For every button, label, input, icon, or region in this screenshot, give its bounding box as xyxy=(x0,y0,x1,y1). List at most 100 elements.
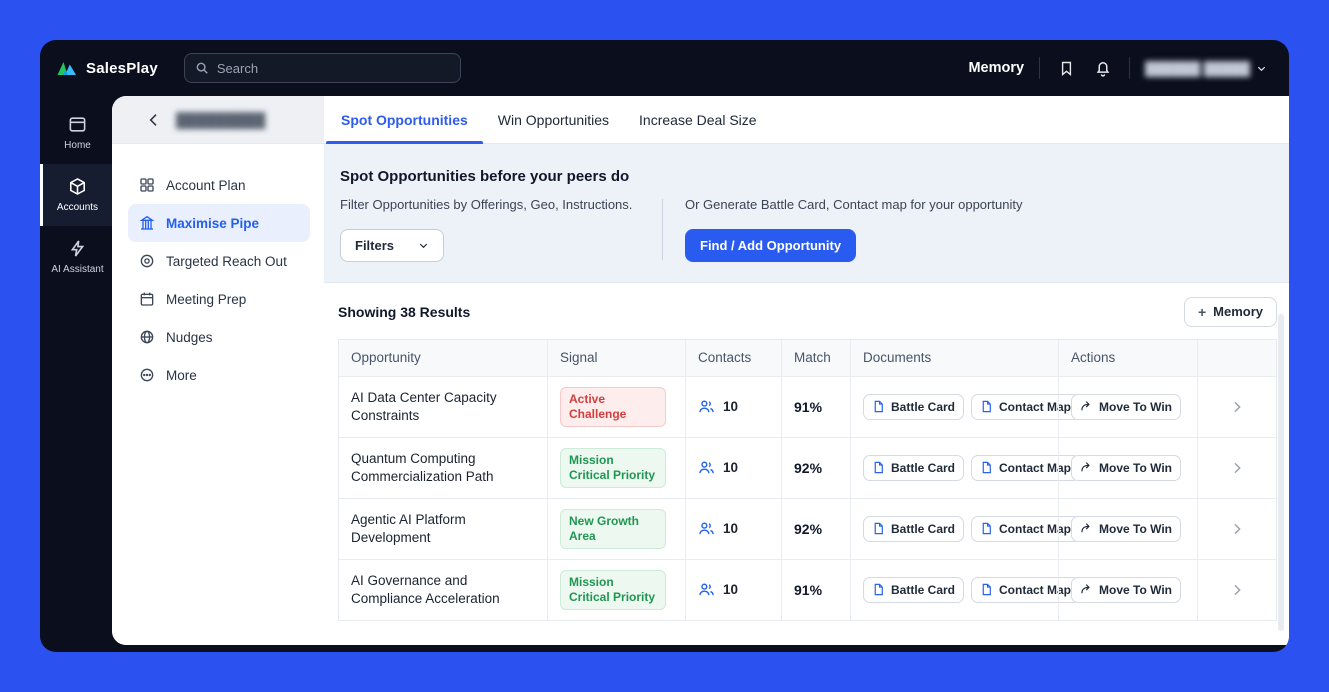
filters-button[interactable]: Filters xyxy=(340,228,445,262)
row-expand-chevron[interactable] xyxy=(1197,376,1276,437)
document-icon xyxy=(872,583,885,596)
more-circle-icon xyxy=(139,367,155,383)
sidebar-item-ai-assistant[interactable]: AI Assistant xyxy=(40,226,112,288)
signal-badge: Active Challenge xyxy=(560,386,666,427)
row-expand-chevron[interactable] xyxy=(1197,498,1276,559)
brand-name: SalesPlay xyxy=(86,59,158,77)
back-chevron-icon[interactable] xyxy=(146,111,164,129)
battle-card-label: Battle Card xyxy=(891,399,956,414)
sidebar-item-label: Home xyxy=(64,140,91,151)
search-input[interactable] xyxy=(216,60,450,76)
memory-link[interactable]: Memory xyxy=(968,60,1024,76)
vertical-scrollbar[interactable] xyxy=(1278,314,1284,631)
move-to-win-button[interactable]: Move To Win xyxy=(1071,454,1181,481)
signal-badge: New Growth Area xyxy=(560,508,666,549)
subnav-item-meeting-prep[interactable]: Meeting Prep xyxy=(128,280,310,318)
main-panel: █████████ Spot Opportunities Win Opportu… xyxy=(112,96,1289,645)
subnav: Account Plan Maximise Pipe Targeted Reac… xyxy=(112,144,324,645)
match-percent: 92% xyxy=(794,520,823,537)
tab-label: Increase Deal Size xyxy=(639,111,757,128)
battle-card-button[interactable]: Battle Card xyxy=(863,515,965,542)
calendar-icon xyxy=(139,291,155,307)
accounts-cube-icon xyxy=(68,177,87,196)
move-to-win-button[interactable]: Move To Win xyxy=(1071,393,1181,420)
move-arrow-icon xyxy=(1080,400,1093,413)
subnav-item-account-plan[interactable]: Account Plan xyxy=(128,166,310,204)
contacts-value: 10 xyxy=(723,460,739,476)
move-arrow-icon xyxy=(1080,461,1093,474)
document-icon xyxy=(980,583,993,596)
column-header-actions: Actions xyxy=(1058,339,1197,376)
battle-card-button[interactable]: Battle Card xyxy=(863,576,965,603)
bookmark-icon[interactable] xyxy=(1055,57,1077,79)
document-icon xyxy=(980,461,993,474)
table-row: Agentic AI Platform Development New Grow… xyxy=(339,497,1276,559)
user-menu[interactable]: ██████ █████ xyxy=(1145,61,1267,76)
people-icon xyxy=(698,398,715,415)
opportunities-table: Opportunity Signal Contacts Match Docume… xyxy=(338,338,1277,621)
chevron-down-icon xyxy=(418,240,429,251)
tab-increase-deal-size[interactable]: Increase Deal Size xyxy=(624,96,772,143)
signal-badge: Mission Critical Priority xyxy=(560,569,666,610)
spot-panel-title: Spot Opportunities before your peers do xyxy=(340,168,630,185)
chevron-right-icon xyxy=(1229,399,1245,415)
subnav-item-nudges[interactable]: Nudges xyxy=(128,318,310,356)
divider xyxy=(1039,57,1041,79)
find-add-opportunity-button[interactable]: Find / Add Opportunity xyxy=(685,228,857,262)
notifications-bell-icon[interactable] xyxy=(1092,57,1114,79)
subnav-item-maximise-pipe[interactable]: Maximise Pipe xyxy=(128,204,310,242)
opportunity-name: AI Governance and Compliance Acceleratio… xyxy=(351,572,500,606)
generate-section: Or Generate Battle Card, Contact map for… xyxy=(685,197,1022,262)
memory-button[interactable]: + Memory xyxy=(1183,296,1277,327)
people-icon xyxy=(698,581,715,598)
subnav-item-more[interactable]: More xyxy=(128,356,310,394)
filters-button-label: Filters xyxy=(355,237,395,253)
move-arrow-icon xyxy=(1080,583,1093,596)
row-expand-chevron[interactable] xyxy=(1197,437,1276,498)
tab-label: Spot Opportunities xyxy=(341,111,468,128)
move-to-win-label: Move To Win xyxy=(1099,399,1172,414)
filter-section: Filter Opportunities by Offerings, Geo, … xyxy=(340,197,640,262)
subnav-label: Targeted Reach Out xyxy=(166,253,287,269)
home-icon xyxy=(68,115,87,134)
move-to-win-label: Move To Win xyxy=(1099,582,1172,597)
table-header-row: Opportunity Signal Contacts Match Docume… xyxy=(339,339,1276,376)
vertical-divider xyxy=(662,199,663,260)
battle-card-button[interactable]: Battle Card xyxy=(863,393,965,420)
subnav-item-targeted-reach-out[interactable]: Targeted Reach Out xyxy=(128,242,310,280)
move-to-win-label: Move To Win xyxy=(1099,521,1172,536)
globe-icon xyxy=(139,329,155,345)
contacts-value: 10 xyxy=(723,399,739,415)
sidebar-item-home[interactable]: Home xyxy=(40,102,112,164)
brand-logo-icon xyxy=(56,59,78,77)
table-row: AI Governance and Compliance Acceleratio… xyxy=(339,558,1276,620)
move-to-win-button[interactable]: Move To Win xyxy=(1071,515,1181,542)
match-percent: 91% xyxy=(794,398,823,415)
move-arrow-icon xyxy=(1080,522,1093,535)
sidebar-item-accounts[interactable]: Accounts xyxy=(40,164,112,226)
tab-label: Win Opportunities xyxy=(497,111,610,128)
people-icon xyxy=(698,459,715,476)
column-header-opportunity: Opportunity xyxy=(351,350,421,366)
contacts-value: 10 xyxy=(723,582,739,598)
battle-card-label: Battle Card xyxy=(891,521,956,536)
subnav-label: Account Plan xyxy=(166,177,246,193)
move-to-win-button[interactable]: Move To Win xyxy=(1071,576,1181,603)
opportunity-name: AI Data Center Capacity Constraints xyxy=(351,389,497,423)
topbar: SalesPlay Memory xyxy=(40,40,1289,96)
opportunity-name: Quantum Computing Commercialization Path xyxy=(351,450,494,484)
generate-hint: Or Generate Battle Card, Contact map for… xyxy=(685,197,1023,212)
tab-spot-opportunities[interactable]: Spot Opportunities xyxy=(326,96,483,144)
account-header-left: █████████ xyxy=(112,96,324,143)
document-icon xyxy=(872,522,885,535)
memory-button-label: Memory xyxy=(1213,304,1263,320)
column-header-contacts: Contacts xyxy=(685,339,781,376)
people-icon xyxy=(698,520,715,537)
tab-win-opportunities[interactable]: Win Opportunities xyxy=(483,96,624,143)
battle-card-button[interactable]: Battle Card xyxy=(863,454,965,481)
match-percent: 91% xyxy=(794,581,823,598)
table-row: AI Data Center Capacity Constraints Acti… xyxy=(339,375,1276,437)
search-box[interactable] xyxy=(183,53,461,83)
row-expand-chevron[interactable] xyxy=(1197,559,1276,620)
user-name: ██████ █████ xyxy=(1145,60,1250,76)
